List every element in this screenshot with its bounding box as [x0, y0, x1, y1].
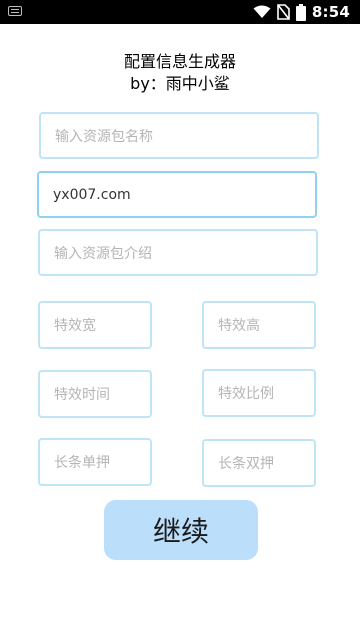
long-double-input[interactable]: 长条双押 — [202, 439, 316, 487]
long-single-input[interactable]: 长条单押 — [38, 438, 152, 486]
website-input[interactable]: yx007.com — [37, 171, 317, 218]
continue-button[interactable]: 继续 — [104, 500, 258, 560]
website-value: yx007.com — [53, 186, 131, 203]
effect-time-input[interactable]: 特效时间 — [38, 370, 152, 418]
keyboard-icon — [8, 6, 22, 16]
resource-intro-input[interactable]: 输入资源包介绍 — [38, 229, 318, 276]
clock: 8:54 — [311, 3, 350, 21]
page-title: 配置信息生成器 — [123, 52, 236, 71]
no-sim-icon — [277, 4, 290, 20]
continue-label: 继续 — [152, 515, 209, 548]
wifi-icon — [253, 5, 271, 19]
status-bar: 8:54 — [0, 0, 360, 24]
status-icons: 8:54 — [253, 0, 350, 24]
effect-width-placeholder: 特效宽 — [54, 318, 96, 334]
effect-height-input[interactable]: 特效高 — [202, 301, 316, 349]
resource-name-input[interactable]: 输入资源包名称 — [39, 112, 319, 159]
effect-ratio-placeholder: 特效比例 — [218, 386, 274, 402]
effect-ratio-input[interactable]: 特效比例 — [202, 369, 316, 417]
resource-intro-placeholder: 输入资源包介绍 — [54, 245, 152, 262]
resource-name-placeholder: 输入资源包名称 — [55, 128, 153, 145]
effect-time-placeholder: 特效时间 — [54, 387, 110, 403]
long-double-placeholder: 长条双押 — [218, 456, 274, 472]
effect-height-placeholder: 特效高 — [218, 318, 260, 334]
author-credit: by：雨中小鲨 — [130, 74, 230, 93]
long-single-placeholder: 长条单押 — [54, 455, 110, 471]
battery-icon — [295, 3, 306, 21]
effect-width-input[interactable]: 特效宽 — [38, 301, 152, 349]
